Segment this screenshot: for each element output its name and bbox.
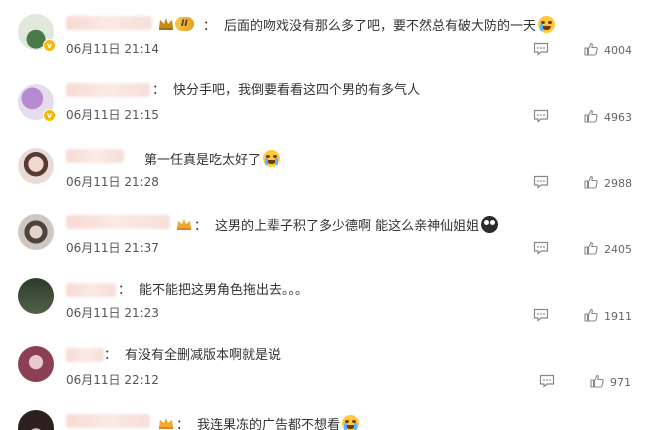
laugh-cry-emoji — [538, 16, 556, 33]
username-blurred[interactable] — [66, 283, 116, 297]
comment-time: 06月11日 21:23 — [66, 306, 159, 320]
comment-text: ： 后面的吻戏没有那么多了吧，要不然总有破大防的一天 — [203, 16, 556, 35]
reply-icon[interactable] — [533, 241, 549, 255]
level-badge: II — [175, 17, 194, 31]
like-count: 2405 — [604, 243, 632, 256]
comment-text-content: 第一任真是吃太好了 — [144, 153, 262, 168]
comment-text: ： 有没有全删减版本啊就是说 — [104, 348, 281, 364]
like-count: 1911 — [604, 310, 632, 323]
reply-icon[interactable] — [539, 374, 555, 388]
avatar[interactable] — [18, 346, 54, 382]
reply-icon[interactable] — [533, 109, 549, 123]
comment-text-content: 后面的吻戏没有那么多了吧，要不然总有破大防的一天 — [224, 19, 537, 34]
comment-text: ： 我连果冻的广告都不想看 — [176, 415, 360, 430]
reply-icon[interactable] — [533, 175, 549, 189]
thumbs-up-icon[interactable] — [584, 308, 598, 322]
comment-time: 06月11日 21:28 — [66, 175, 159, 189]
comment-item: v II ： 后面的吻戏没有那么多了吧，要不然总有破大防的一天 06月11日 21… — [0, 0, 660, 66]
comment-text-content: 有没有全删减版本啊就是说 — [125, 348, 282, 363]
reply-icon[interactable] — [533, 42, 549, 56]
reply-icon[interactable] — [533, 308, 549, 322]
comment-item: 第一任真是吃太好了 06月11日 21:28 2988 — [0, 132, 660, 198]
crown-badge-icon — [159, 418, 173, 429]
like-count: 4963 — [604, 111, 632, 124]
thumbs-up-icon[interactable] — [584, 109, 598, 123]
comment-item: ： 这男的上辈子积了多少德啊 能这么亲神仙姐姐 06月11日 21:37 2405 — [0, 198, 660, 264]
like-count: 4004 — [604, 44, 632, 57]
comment-time: 06月11日 21:14 — [66, 42, 159, 56]
comment-text: 第一任真是吃太好了 — [136, 150, 281, 169]
comment-time: 06月11日 21:15 — [66, 108, 159, 122]
thumbs-up-icon[interactable] — [584, 241, 598, 255]
dark-face-emoji — [481, 216, 499, 233]
avatar[interactable] — [18, 410, 54, 430]
avatar[interactable] — [18, 214, 54, 250]
colon: ： — [152, 83, 166, 98]
colon: ： — [176, 418, 190, 430]
crown-badge-icon — [177, 219, 191, 230]
comment-item: v ： 快分手吧，我倒要看看这四个男的有多气人 06月11日 21:15 4963 — [0, 66, 660, 132]
comment-item: ： 我连果冻的广告都不想看 — [0, 396, 660, 430]
comment-text-content: 我连果冻的广告都不想看 — [197, 418, 341, 430]
comment-item: ： 有没有全删减版本啊就是说 06月11日 22:12 971 — [0, 330, 660, 396]
comment-time: 06月11日 22:12 — [66, 373, 159, 387]
avatar[interactable] — [18, 148, 54, 184]
comment-text-content: 能不能把这男角色拖出去。。。 — [139, 283, 309, 298]
colon: ： — [104, 348, 118, 363]
username-blurred[interactable] — [66, 149, 124, 163]
crying-emoji — [263, 150, 281, 167]
avatar[interactable] — [18, 278, 54, 314]
comment-text-content: 这男的上辈子积了多少德啊 能这么亲神仙姐姐 — [215, 219, 480, 234]
like-count: 971 — [610, 376, 631, 389]
colon: ： — [203, 19, 217, 34]
comment-text: ： 这男的上辈子积了多少德啊 能这么亲神仙姐姐 — [194, 216, 499, 235]
comment-time: 06月11日 21:37 — [66, 241, 159, 255]
comment-item: ： 能不能把这男角色拖出去。。。 06月11日 21:23 1911 — [0, 264, 660, 330]
crying-emoji — [342, 415, 360, 430]
like-count: 2988 — [604, 177, 632, 190]
colon: ： — [194, 219, 208, 234]
username-blurred[interactable] — [66, 16, 152, 30]
comment-text-content: 快分手吧，我倒要看看这四个男的有多气人 — [173, 83, 421, 98]
thumbs-up-icon[interactable] — [590, 374, 604, 388]
verified-badge-icon: v — [43, 109, 56, 122]
comment-text: ： 能不能把这男角色拖出去。。。 — [118, 283, 308, 299]
verified-badge-icon: v — [43, 39, 56, 52]
username-blurred[interactable] — [66, 215, 170, 229]
crown-badge-icon — [159, 18, 173, 30]
colon: ： — [118, 283, 132, 298]
username-blurred[interactable] — [66, 348, 104, 362]
thumbs-up-icon[interactable] — [584, 175, 598, 189]
thumbs-up-icon[interactable] — [584, 42, 598, 56]
username-blurred[interactable] — [66, 83, 150, 97]
username-blurred[interactable] — [66, 414, 150, 428]
comment-text: ： 快分手吧，我倒要看看这四个男的有多气人 — [152, 83, 420, 99]
